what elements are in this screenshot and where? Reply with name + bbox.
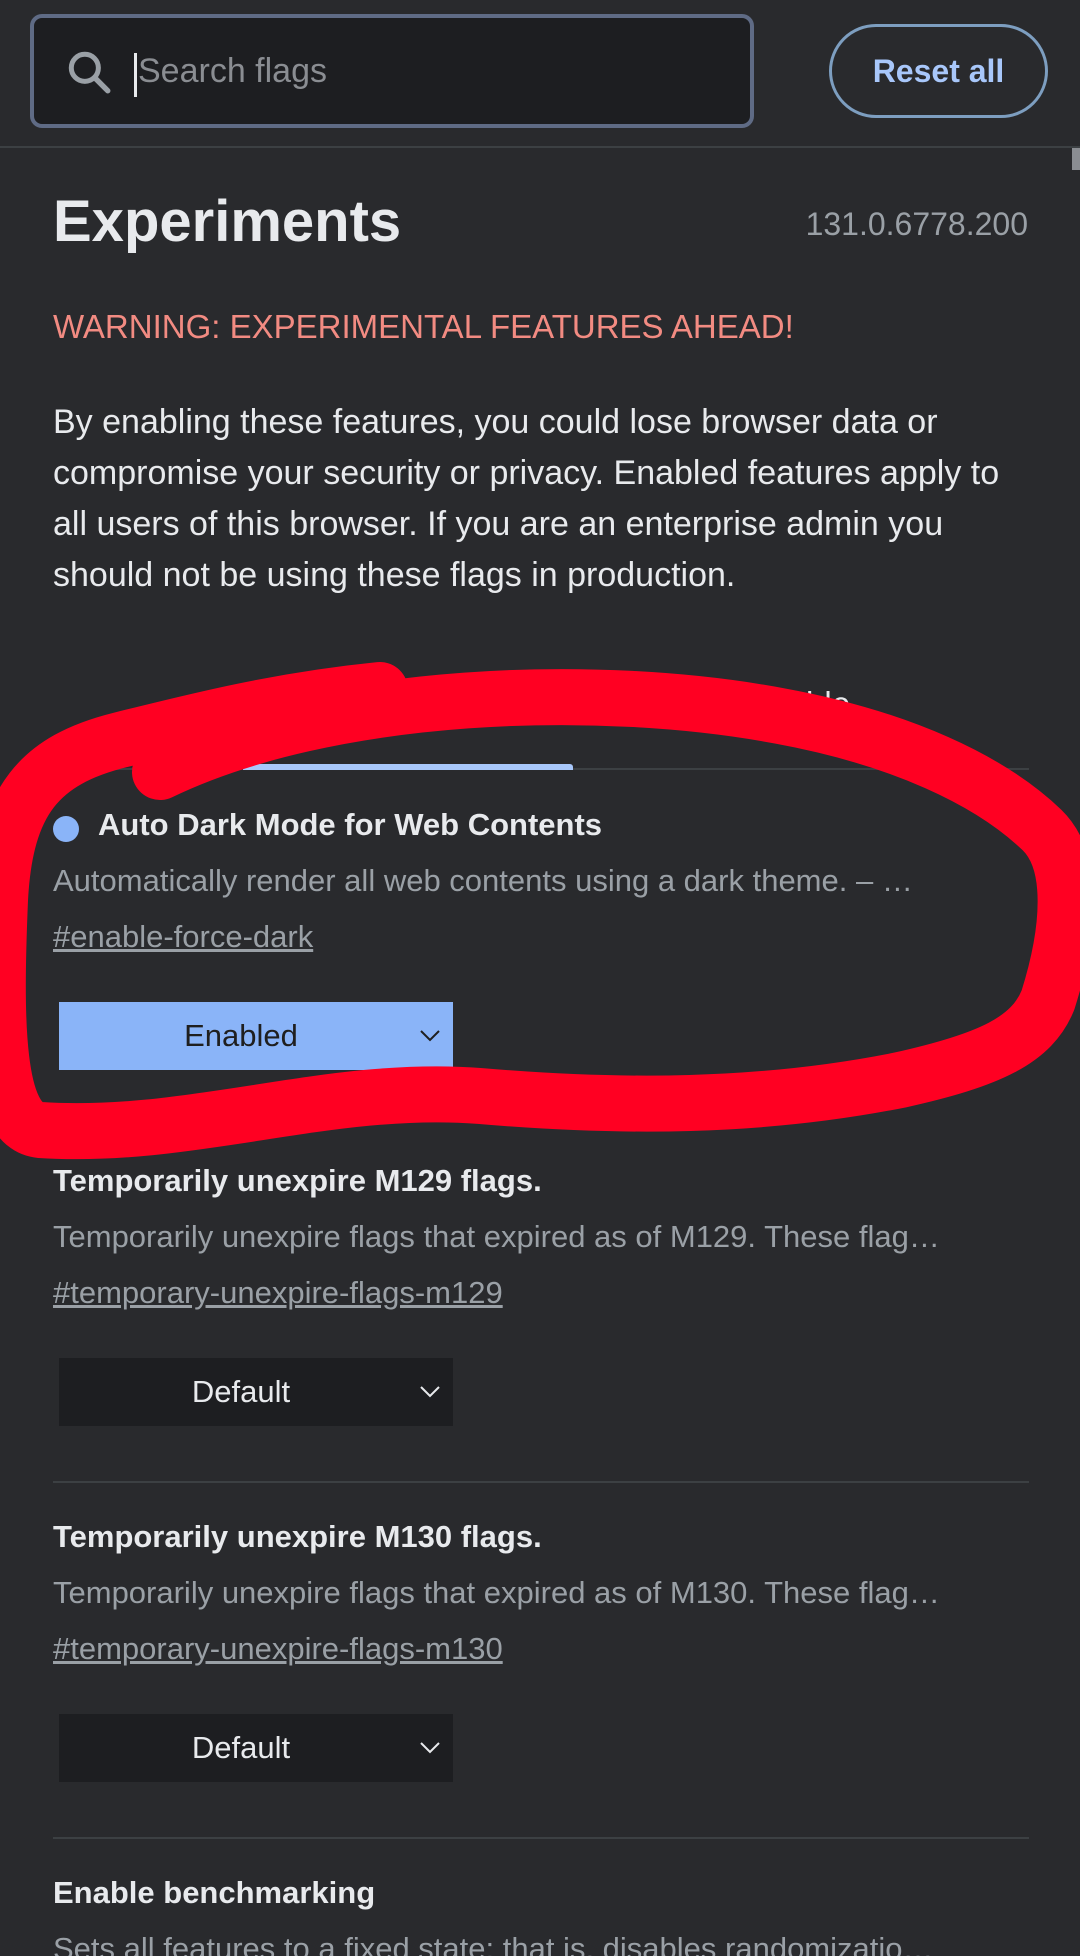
flag-name: Temporarily unexpire M129 flags. bbox=[53, 1163, 542, 1198]
top-bar: Reset all bbox=[0, 0, 1080, 148]
chevron-down-icon bbox=[420, 1386, 440, 1398]
page-title: Experiments bbox=[53, 189, 402, 254]
flag-select[interactable]: Enabled bbox=[59, 1002, 453, 1070]
tab-active-indicator bbox=[243, 764, 573, 770]
warning-description: By enabling these features, you could lo… bbox=[53, 403, 1000, 594]
flag-link[interactable]: #enable-force-dark bbox=[53, 919, 313, 955]
dot-icon bbox=[53, 816, 79, 842]
flag-name: Enable benchmarking bbox=[53, 1875, 376, 1910]
flag-name: Temporarily unexpire M130 flags. bbox=[53, 1519, 542, 1554]
flag-select-value: Enabled bbox=[184, 1018, 298, 1053]
flag-select[interactable]: Default bbox=[59, 1358, 453, 1426]
tab-unavailable[interactable]: ilable bbox=[773, 685, 850, 723]
flag-item: Enable benchmarking Sets all features to… bbox=[53, 1875, 1029, 1956]
search-icon bbox=[68, 51, 111, 94]
chevron-down-icon bbox=[420, 1030, 440, 1042]
flag-select-value: Default bbox=[191, 1374, 291, 1409]
flag-link[interactable]: #temporary-unexpire-flags-m129 bbox=[53, 1275, 503, 1311]
flag-description: Temporarily unexpire flags that expired … bbox=[53, 1219, 940, 1254]
tab-bar: ilable bbox=[53, 680, 1029, 770]
flag-description: Temporarily unexpire flags that expired … bbox=[53, 1575, 940, 1610]
reset-all-button[interactable]: Reset all bbox=[829, 24, 1048, 118]
flag-item: Temporarily unexpire M130 flags. Tempora… bbox=[53, 1519, 1029, 1799]
warning-text: WARNING: EXPERIMENTAL FEATURES AHEAD! bbox=[53, 308, 794, 345]
flag-description: Sets all features to a fixed state; that… bbox=[53, 1931, 934, 1956]
flag-link[interactable]: #temporary-unexpire-flags-m130 bbox=[53, 1631, 503, 1667]
search-input[interactable] bbox=[138, 40, 718, 102]
scrollbar[interactable] bbox=[1072, 148, 1080, 170]
flag-name: Auto Dark Mode for Web Contents bbox=[98, 807, 603, 842]
text-cursor bbox=[134, 53, 137, 97]
divider bbox=[53, 1481, 1029, 1483]
flag-description: Automatically render all web contents us… bbox=[53, 863, 913, 898]
flag-select[interactable]: Default bbox=[59, 1714, 453, 1782]
flag-item: Auto Dark Mode for Web Contents Automati… bbox=[53, 807, 1029, 1087]
flag-item: Temporarily unexpire M129 flags. Tempora… bbox=[53, 1163, 1029, 1443]
search-box[interactable] bbox=[30, 14, 754, 128]
chevron-down-icon bbox=[420, 1742, 440, 1754]
divider bbox=[53, 1837, 1029, 1839]
flag-select-value: Default bbox=[191, 1730, 291, 1765]
version-label: 131.0.6778.200 bbox=[805, 206, 1028, 242]
